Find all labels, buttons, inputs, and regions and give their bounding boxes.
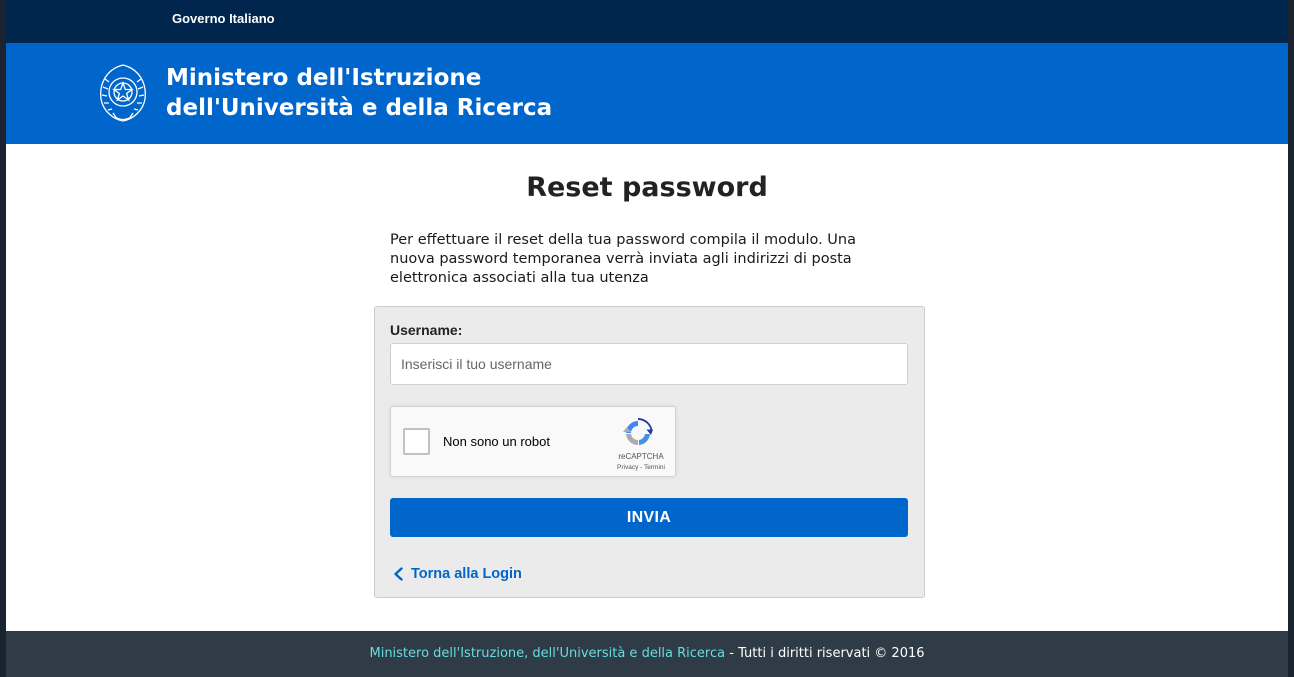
recaptcha-privacy-link[interactable]: Privacy (617, 464, 638, 471)
back-to-login-link[interactable]: Torna alla Login (392, 566, 522, 582)
recaptcha-links: Privacy - Termini (591, 464, 691, 471)
main-content: Reset password Per effettuare il reset d… (6, 144, 1288, 631)
back-to-login-label: Torna alla Login (411, 566, 522, 582)
chevron-left-icon (394, 567, 403, 581)
reset-form-panel: Username: Non sono un robot reCAPTCHA Pr… (374, 306, 925, 598)
page-frame: Governo Italiano Ministero dell'Istruzio… (0, 0, 1294, 677)
username-input[interactable] (390, 343, 908, 385)
gov-bar-label[interactable]: Governo Italiano (172, 11, 275, 26)
ministry-header: Ministero dell'Istruzione dell'Universit… (6, 43, 1288, 144)
recaptcha-logo-icon (623, 418, 653, 446)
recaptcha-brand: reCAPTCHA (618, 452, 664, 461)
recaptcha-terms-link[interactable]: Termini (644, 464, 665, 471)
recaptcha-label: Non sono un robot (443, 434, 550, 449)
ministry-title[interactable]: Ministero dell'Istruzione dell'Universit… (166, 63, 552, 123)
footer-ministry-link[interactable]: Ministero dell'Istruzione, dell'Universi… (369, 646, 725, 661)
footer-copyright: - Tutti i diritti riservati © 2016 (725, 646, 925, 661)
intro-text: Per effettuare il reset della tua passwo… (390, 232, 856, 286)
submit-button[interactable]: INVIA (390, 498, 908, 537)
gov-bar: Governo Italiano (6, 0, 1288, 43)
page-title: Reset password (526, 172, 768, 203)
italian-republic-emblem-icon[interactable] (93, 59, 153, 125)
username-label: Username: (390, 322, 463, 338)
ministry-title-line1: Ministero dell'Istruzione (166, 65, 482, 91)
recaptcha-checkbox[interactable] (403, 428, 430, 455)
footer: Ministero dell'Istruzione, dell'Universi… (6, 631, 1288, 677)
ministry-title-line2: dell'Università e della Ricerca (166, 95, 553, 121)
recaptcha-widget: Non sono un robot reCAPTCHA Privacy - Te… (390, 406, 676, 477)
